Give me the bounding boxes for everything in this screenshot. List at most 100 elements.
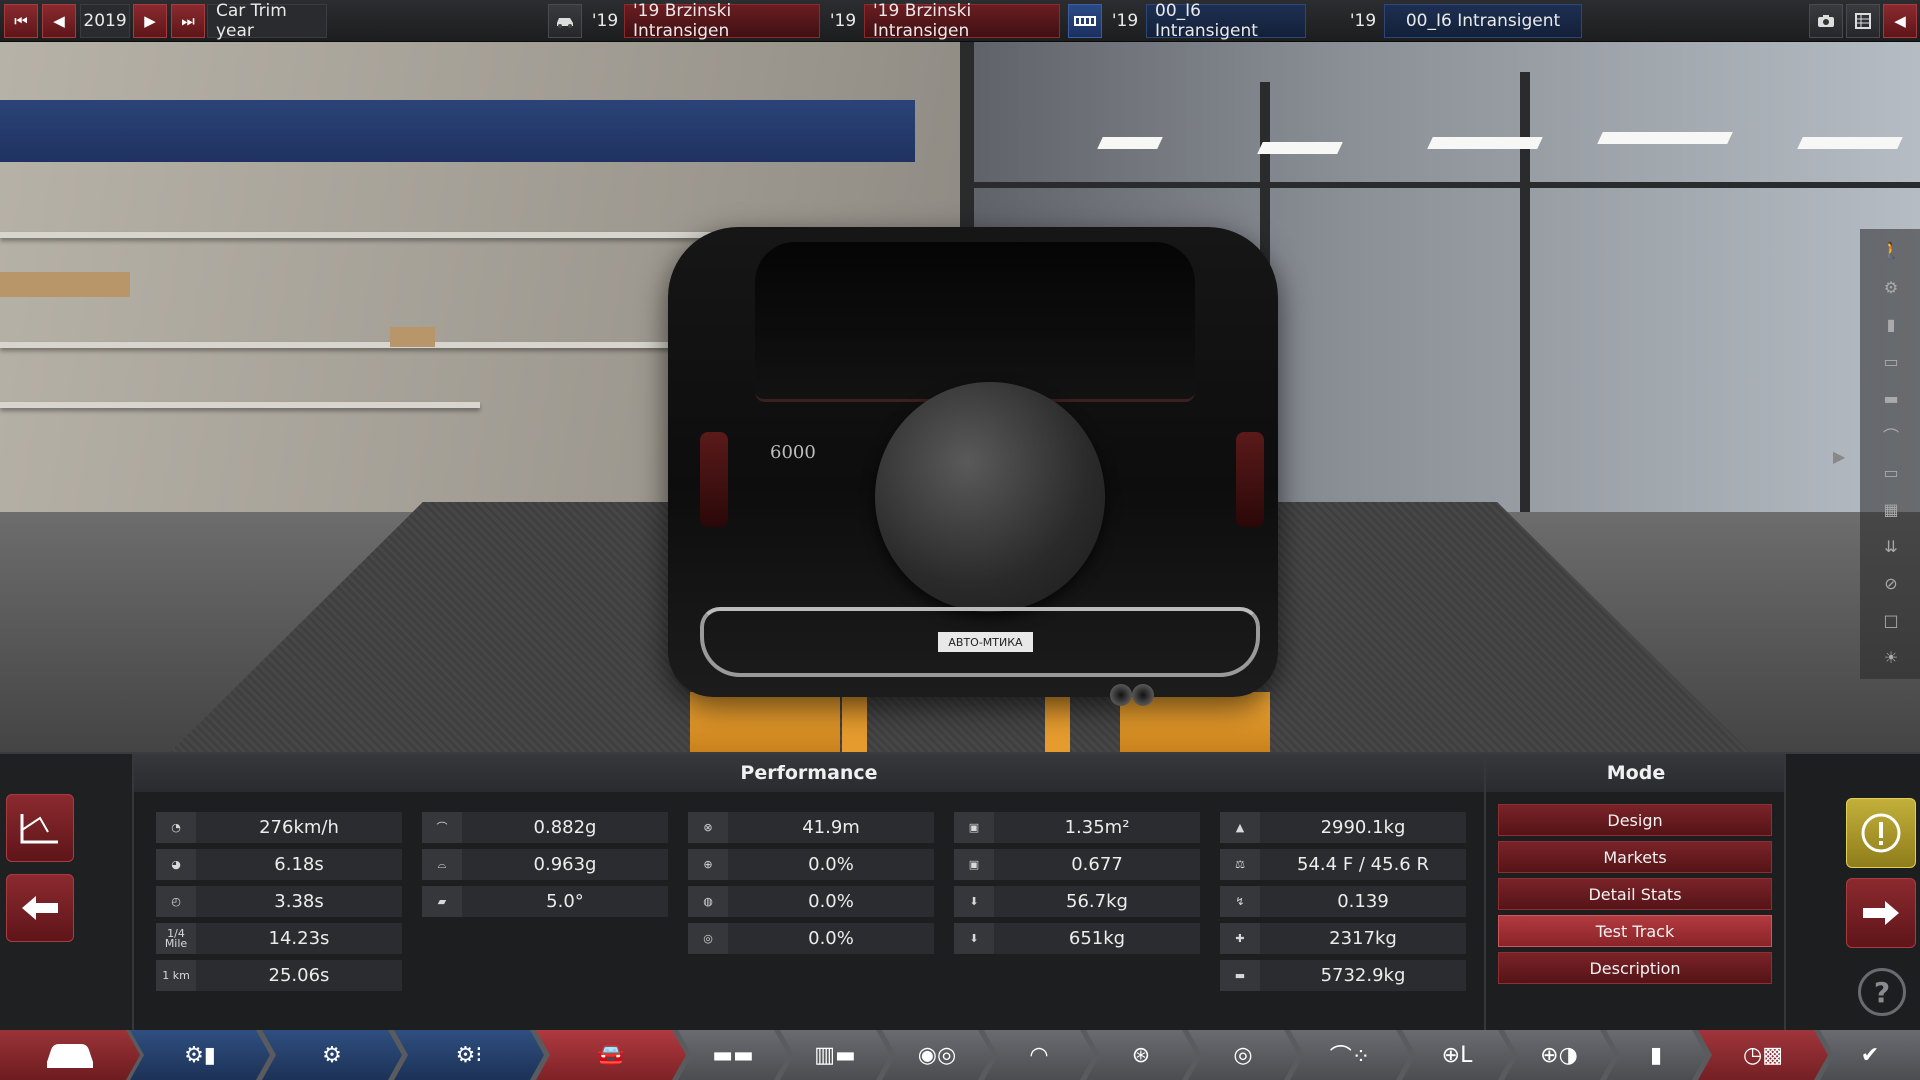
towing-icon: ✚ bbox=[1220, 923, 1260, 954]
cardboard-box bbox=[0, 272, 130, 297]
stat-one-km: 1 km 25.06s bbox=[156, 960, 402, 991]
prev-year-button[interactable]: ◀ bbox=[42, 4, 76, 38]
nav-drivetrain[interactable]: ◉◎ bbox=[882, 1030, 992, 1080]
bottom-panel: Performance ◔ 276km/h ◕ 6.18s ◴ 3.38s 1/4 M… bbox=[0, 752, 1920, 1032]
stat-cornering-slow: ⌒ 0.882g bbox=[422, 812, 668, 843]
mode-markets-button[interactable]: Markets bbox=[1498, 841, 1772, 873]
exhaust bbox=[1110, 684, 1132, 706]
person-icon[interactable]: 🚶 bbox=[1880, 239, 1902, 261]
nav-suspension[interactable]: ▥▬ bbox=[780, 1030, 890, 1080]
nav-trim[interactable]: 🚘 bbox=[536, 1030, 686, 1080]
expand-panel-arrow-icon[interactable]: ▶ bbox=[1833, 447, 1845, 466]
engine-tools-icon: ⚙▮ bbox=[184, 1042, 216, 1068]
back-arrow-icon[interactable]: ◀ bbox=[1883, 4, 1917, 38]
frontal-area-icon: ▣ bbox=[954, 812, 994, 843]
car-model-icon[interactable] bbox=[548, 4, 582, 38]
mode-test-track-button[interactable]: Test Track bbox=[1498, 915, 1772, 947]
brake-fade-wet-icon: ◎ bbox=[688, 923, 728, 954]
nav-car-model[interactable] bbox=[0, 1030, 140, 1080]
wheel-icon[interactable]: ⚙ bbox=[1880, 276, 1902, 298]
nav-interior[interactable]: ⊕L bbox=[1402, 1030, 1512, 1080]
section-navbar: ⚙▮ ⚙ ⚙⁝ 🚘 ▬▬ ▥▬ ◉◎ ◠ ⊛ ◎ ⌒⁘ ⊕L ⊕◑ ▮ ◷▩ ✔ bbox=[0, 1030, 1920, 1080]
acceleration-100-icon: ◕ bbox=[156, 849, 196, 880]
next-year-button[interactable]: ▶ bbox=[133, 4, 167, 38]
spreadsheet-icon[interactable] bbox=[1846, 4, 1880, 38]
paint-icon[interactable]: ▮ bbox=[1880, 313, 1902, 335]
body-view-icon[interactable]: ⌒ bbox=[1880, 424, 1902, 446]
back-button[interactable] bbox=[6, 874, 74, 942]
mode-description-button[interactable]: Description bbox=[1498, 952, 1772, 984]
cornering-fast-icon: ⌓ bbox=[422, 849, 462, 880]
suspension-icon: ▥▬ bbox=[814, 1042, 856, 1068]
weight-icon: ▲ bbox=[1220, 812, 1260, 843]
body-icon: ⌒⁘ bbox=[1329, 1045, 1371, 1070]
brake-fade-icon: ⊕ bbox=[688, 849, 728, 880]
arrow-right-icon bbox=[1863, 901, 1899, 925]
car-badge: 6000 bbox=[770, 442, 816, 463]
downforce-rear-icon: ⬇ bbox=[954, 923, 994, 954]
car-3d-viewport[interactable]: 6000 АВТО-МТИКА ▶ 🚶 ⚙ ▮ ▭ ▬ ⌒ ▭ ▦ ⇊ ⊘ □ … bbox=[0, 42, 1920, 752]
drivetrain-icon: ◉◎ bbox=[917, 1042, 957, 1068]
mode-design-button[interactable]: Design bbox=[1498, 804, 1772, 836]
engine-select-1[interactable]: 00_I6 Intransigent bbox=[1146, 1, 1306, 41]
frame-view-icon[interactable]: ▦ bbox=[1880, 498, 1902, 520]
nav-brakes[interactable]: ◠ bbox=[984, 1030, 1094, 1080]
taillight bbox=[1236, 432, 1264, 527]
light-bulb-icon[interactable]: ☀ bbox=[1880, 646, 1902, 668]
stat-quarter-mile: 1/4 Mile 14.23s bbox=[156, 923, 402, 954]
stat-gross-weight: ▬ 5732.9kg bbox=[1220, 960, 1466, 991]
taillight bbox=[700, 432, 728, 527]
blank-view-icon[interactable]: □ bbox=[1880, 609, 1902, 631]
no-view-icon[interactable]: ⊘ bbox=[1880, 572, 1902, 594]
xray-view-icon[interactable]: ▭ bbox=[1880, 461, 1902, 483]
engine-view-icon[interactable]: ▭ bbox=[1880, 350, 1902, 372]
axis-view-button[interactable] bbox=[6, 794, 74, 862]
model-year-2: '19 bbox=[829, 11, 857, 31]
nav-chassis[interactable]: ▬▬ bbox=[678, 1030, 788, 1080]
engine-icon[interactable] bbox=[1068, 4, 1102, 38]
braking-distance-icon: ⊗ bbox=[688, 812, 728, 843]
spare-tire bbox=[875, 382, 1105, 612]
mode-title: Mode bbox=[1486, 754, 1786, 792]
nav-engine-tools[interactable]: ⚙▮ bbox=[130, 1030, 270, 1080]
weight-distribution-icon: ⚖ bbox=[1220, 849, 1260, 880]
next-button[interactable] bbox=[1846, 878, 1916, 948]
engine-select-2[interactable]: 00_I6 Intransigent bbox=[1384, 4, 1582, 38]
stat-brake-fade: ⊕ 0.0% bbox=[688, 849, 934, 880]
camera-icon[interactable] bbox=[1809, 4, 1843, 38]
shelf bbox=[0, 402, 480, 408]
nav-engine-parts[interactable]: ⚙⁝ bbox=[394, 1030, 544, 1080]
car-rear-window bbox=[755, 242, 1195, 402]
nav-safety[interactable]: ⊕◑ bbox=[1504, 1030, 1614, 1080]
nav-engine-blocks[interactable]: ⚙ bbox=[262, 1030, 402, 1080]
lift-view-icon[interactable]: ⇊ bbox=[1880, 535, 1902, 557]
lift-icon: ↯ bbox=[1220, 886, 1260, 917]
one-km-icon: 1 km bbox=[156, 960, 196, 991]
first-year-button[interactable]: ⏮ bbox=[4, 4, 38, 38]
shelf bbox=[0, 342, 700, 348]
nav-tyre[interactable]: ◎ bbox=[1188, 1030, 1298, 1080]
year-value: 2019 bbox=[80, 4, 130, 38]
nav-wheels[interactable]: ⊛ bbox=[1086, 1030, 1196, 1080]
stat-weight-distribution: ⚖ 54.4 F / 45.6 R bbox=[1220, 849, 1466, 880]
last-year-button[interactable]: ⏭ bbox=[171, 4, 205, 38]
stat-brake-fade-wet: ◎ 0.0% bbox=[688, 923, 934, 954]
nav-test-track[interactable]: ◷▩ bbox=[1698, 1030, 1828, 1080]
downforce-front-icon: ⬇ bbox=[954, 886, 994, 917]
chassis-view-icon[interactable]: ▬ bbox=[1880, 387, 1902, 409]
stat-acceleration-100: ◕ 6.18s bbox=[156, 849, 402, 880]
interior-icon: ⊕L bbox=[1441, 1042, 1473, 1068]
model-select-2[interactable]: '19 Brzinski Intransigen bbox=[864, 1, 1060, 41]
cardboard-box bbox=[390, 327, 435, 347]
wheels-icon: ⊛ bbox=[1131, 1042, 1151, 1068]
wall-blue-band bbox=[0, 100, 915, 162]
stat-drag-coefficient: ▣ 0.677 bbox=[954, 849, 1200, 880]
warning-button[interactable] bbox=[1846, 798, 1916, 868]
model-select-1[interactable]: '19 Brzinski Intransigen bbox=[624, 1, 820, 41]
nav-fuel[interactable]: ▮ bbox=[1606, 1030, 1706, 1080]
help-button[interactable]: ? bbox=[1858, 968, 1906, 1016]
mode-detail-stats-button[interactable]: Detail Stats bbox=[1498, 878, 1772, 910]
safety-icon: ⊕◑ bbox=[1540, 1042, 1578, 1068]
nav-body[interactable]: ⌒⁘ bbox=[1290, 1030, 1410, 1080]
nav-finish[interactable]: ✔ bbox=[1820, 1030, 1920, 1080]
